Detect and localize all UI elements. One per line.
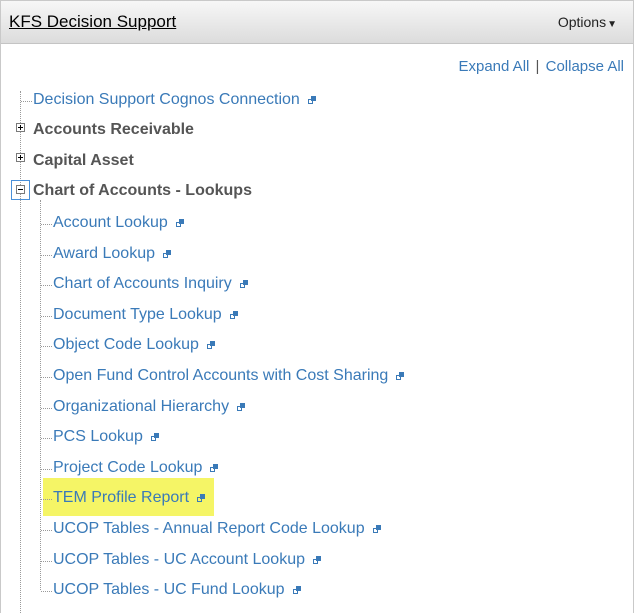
- tree-item-label[interactable]: PCS Lookup: [53, 428, 143, 445]
- tree-item-organizational-hierarchy[interactable]: Organizational Hierarchy: [53, 397, 246, 417]
- tree-item-award-lookup[interactable]: Award Lookup: [53, 244, 171, 264]
- tree-folder-label[interactable]: Chart of Accounts - Lookups: [33, 182, 252, 199]
- external-link-icon: [307, 95, 316, 104]
- tree-folder-label[interactable]: Capital Asset: [33, 152, 134, 169]
- tree-item-ucop-tables-uc-fund-lookup[interactable]: UCOP Tables - UC Fund Lookup: [53, 580, 301, 600]
- caret-down-icon: ▼: [607, 19, 617, 30]
- panel-header: KFS Decision Support Options▼: [1, 1, 633, 44]
- tree-item-label[interactable]: Chart of Accounts Inquiry: [53, 275, 232, 292]
- tree-branch: [41, 530, 52, 531]
- tree-item-project-code-lookup[interactable]: Project Code Lookup: [53, 458, 219, 478]
- collapse-all-link[interactable]: Collapse All: [546, 58, 624, 75]
- tree-branch: [41, 224, 52, 225]
- tree-branch: [41, 499, 52, 500]
- external-link-icon: [239, 279, 248, 288]
- tree-item-label[interactable]: Organizational Hierarchy: [53, 398, 229, 415]
- tree-item-label[interactable]: Decision Support Cognos Connection: [33, 91, 300, 108]
- tree-item-ucop-tables-uc-account-lookup[interactable]: UCOP Tables - UC Account Lookup: [53, 550, 321, 570]
- minus-box-icon[interactable]: [16, 185, 25, 194]
- external-link-icon: [237, 402, 246, 411]
- tree-branch: [21, 101, 32, 102]
- tree-branch: [41, 469, 52, 470]
- tree-branch: [41, 316, 52, 317]
- external-link-icon: [372, 524, 381, 533]
- external-link-icon: [163, 249, 171, 258]
- tree-folder-capital-asset[interactable]: Capital Asset: [33, 151, 134, 171]
- tree-connector-children: [40, 200, 41, 590]
- plus-box-icon[interactable]: [16, 153, 25, 162]
- plus-box-icon[interactable]: [16, 123, 25, 132]
- tree-item-label[interactable]: TEM Profile Report: [53, 489, 189, 506]
- tree-item-label[interactable]: Award Lookup: [53, 245, 155, 262]
- tree-branch: [41, 591, 52, 592]
- tree-branch: [41, 377, 52, 378]
- tree-item-label[interactable]: Document Type Lookup: [53, 306, 222, 323]
- tree-item-open-fund-control-accounts-with-cost-sharing[interactable]: Open Fund Control Accounts with Cost Sha…: [53, 366, 405, 386]
- tree-item-ucop-tables-annual-report-code-lookup[interactable]: UCOP Tables - Annual Report Code Lookup: [53, 519, 381, 539]
- tree-branch: [41, 346, 52, 347]
- tree-branch: [41, 408, 52, 409]
- external-link-icon: [206, 340, 215, 349]
- tree-folder-accounts-receivable[interactable]: Accounts Receivable: [33, 120, 194, 140]
- external-link-icon: [210, 463, 219, 472]
- options-label: Options: [557, 14, 607, 30]
- tree-connector-main: [20, 91, 21, 613]
- tree-item-label[interactable]: UCOP Tables - UC Account Lookup: [53, 551, 305, 568]
- tree-item-label[interactable]: Account Lookup: [53, 214, 168, 231]
- tree-item-label[interactable]: Open Fund Control Accounts with Cost Sha…: [53, 367, 388, 384]
- external-link-icon: [396, 371, 405, 380]
- tree-item-document-type-lookup[interactable]: Document Type Lookup: [53, 305, 238, 325]
- external-link-icon: [292, 585, 301, 594]
- tree-item-label[interactable]: Object Code Lookup: [53, 336, 199, 353]
- tree-item-pcs-lookup[interactable]: PCS Lookup: [53, 427, 159, 447]
- options-menu[interactable]: Options▼: [558, 14, 617, 30]
- tree-folder-label[interactable]: Accounts Receivable: [33, 121, 194, 138]
- tree-item-label[interactable]: Project Code Lookup: [53, 459, 202, 476]
- tree-item-cognos-connection[interactable]: Decision Support Cognos Connection: [33, 90, 316, 110]
- panel-title[interactable]: KFS Decision Support: [9, 12, 176, 32]
- expand-collapse-controls: Expand All | Collapse All: [458, 58, 624, 75]
- tree-item-tem-profile-report[interactable]: TEM Profile Report: [53, 488, 206, 508]
- link-separator: |: [535, 58, 540, 75]
- tree-item-account-lookup[interactable]: Account Lookup: [53, 213, 184, 233]
- tree-item-chart-of-accounts-inquiry[interactable]: Chart of Accounts Inquiry: [53, 274, 248, 294]
- expand-all-link[interactable]: Expand All: [458, 58, 529, 75]
- tree-branch: [41, 285, 52, 286]
- tree-item-object-code-lookup[interactable]: Object Code Lookup: [53, 335, 215, 355]
- tree-branch: [41, 255, 52, 256]
- tree-item-label[interactable]: UCOP Tables - UC Fund Lookup: [53, 581, 285, 598]
- external-link-icon: [197, 493, 206, 502]
- external-link-icon: [229, 310, 238, 319]
- tree-branch: [41, 561, 52, 562]
- tree-folder-chart-of-accounts-lookups[interactable]: Chart of Accounts - Lookups: [33, 181, 252, 201]
- external-link-icon: [175, 218, 184, 227]
- external-link-icon: [312, 555, 321, 564]
- tree-branch: [41, 438, 52, 439]
- external-link-icon: [150, 432, 159, 441]
- tree-item-label[interactable]: UCOP Tables - Annual Report Code Lookup: [53, 520, 365, 537]
